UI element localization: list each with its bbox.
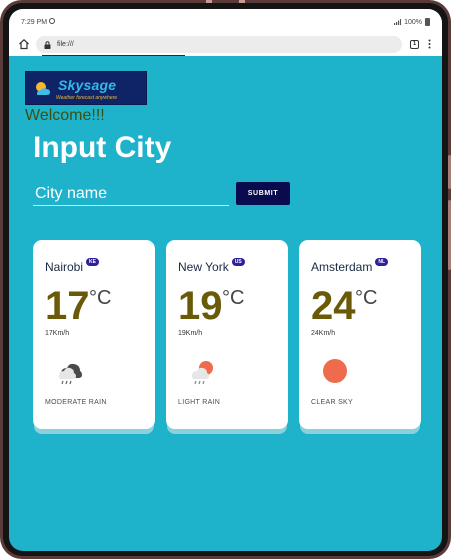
weather-condition: LIGHT RAIN: [178, 399, 221, 406]
page-title: Input City: [33, 131, 172, 164]
logo-tagline: Weather forecast anywhere: [56, 95, 118, 101]
signal-icon: [394, 19, 402, 25]
sun-cloud-rain-icon: [192, 361, 213, 385]
home-icon[interactable]: [18, 38, 30, 50]
temperature-value: 24: [311, 284, 356, 328]
notification-icon: [49, 18, 56, 24]
country-badge: NL: [375, 258, 389, 266]
country-badge: US: [231, 258, 245, 266]
status-bar: 7:29 PM 100%: [9, 9, 442, 31]
site-logo: Skysage Weather forecast anywhere: [25, 71, 147, 105]
wind-speed: 19Km/h: [178, 330, 203, 337]
temperature-value: 17: [45, 284, 90, 328]
weather-condition: CLEAR SKY: [311, 399, 353, 406]
city-input[interactable]: [33, 182, 229, 206]
tab-switcher-button[interactable]: 1: [410, 40, 419, 49]
temperature-value: 19: [178, 284, 223, 328]
logo-sun-icon: [36, 82, 50, 95]
lock-icon: [44, 40, 51, 49]
battery-icon: [425, 18, 430, 26]
weather-card: New York US 19 °C 19Km/h LIGHT RAIN: [166, 240, 288, 429]
city-name: Amsterdam NL: [311, 258, 389, 274]
more-menu-icon[interactable]: [428, 39, 431, 49]
weather-condition: MODERATE RAIN: [45, 399, 107, 406]
cloud-rain-icon: [59, 363, 82, 385]
logo-name: Skysage: [58, 77, 117, 93]
weather-card: Amsterdam NL 24 °C 24Km/h CLEAR SKY: [299, 240, 421, 429]
page-load-indicator: [42, 55, 185, 56]
welcome-text: Welcome!!!: [25, 107, 105, 124]
wind-speed: 17Km/h: [45, 330, 70, 337]
phone-frame: 7:29 PM 100% file:/// 1 Skysage Weather …: [0, 0, 451, 559]
browser-toolbar: file:/// 1: [9, 31, 442, 56]
status-time: 7:29 PM: [21, 18, 56, 26]
city-label: New York: [178, 260, 229, 274]
city-label: Nairobi: [45, 260, 84, 274]
wind-speed: 24Km/h: [311, 330, 336, 337]
city-name: Nairobi KE: [45, 258, 99, 274]
device-bezel: 7:29 PM 100% file:/// 1 Skysage Weather …: [3, 3, 448, 556]
weather-card: Nairobi KE 17 °C 17Km/h MODERATE RAIN: [33, 240, 155, 429]
temperature-unit: °C: [89, 287, 112, 309]
status-right: 100%: [394, 18, 430, 26]
screen: 7:29 PM 100% file:/// 1 Skysage Weather …: [9, 9, 442, 551]
url-text: file:///: [57, 41, 74, 48]
address-bar[interactable]: file:///: [36, 36, 402, 53]
temperature-unit: °C: [355, 287, 378, 309]
city-label: Amsterdam: [311, 260, 373, 274]
submit-button[interactable]: SUBMIT: [236, 182, 290, 205]
city-name: New York US: [178, 258, 245, 274]
sun-icon: [323, 359, 347, 383]
country-badge: KE: [86, 258, 99, 266]
temperature-unit: °C: [222, 287, 245, 309]
battery-percent: 100%: [404, 18, 422, 26]
status-time-text: 7:29 PM: [21, 19, 48, 26]
